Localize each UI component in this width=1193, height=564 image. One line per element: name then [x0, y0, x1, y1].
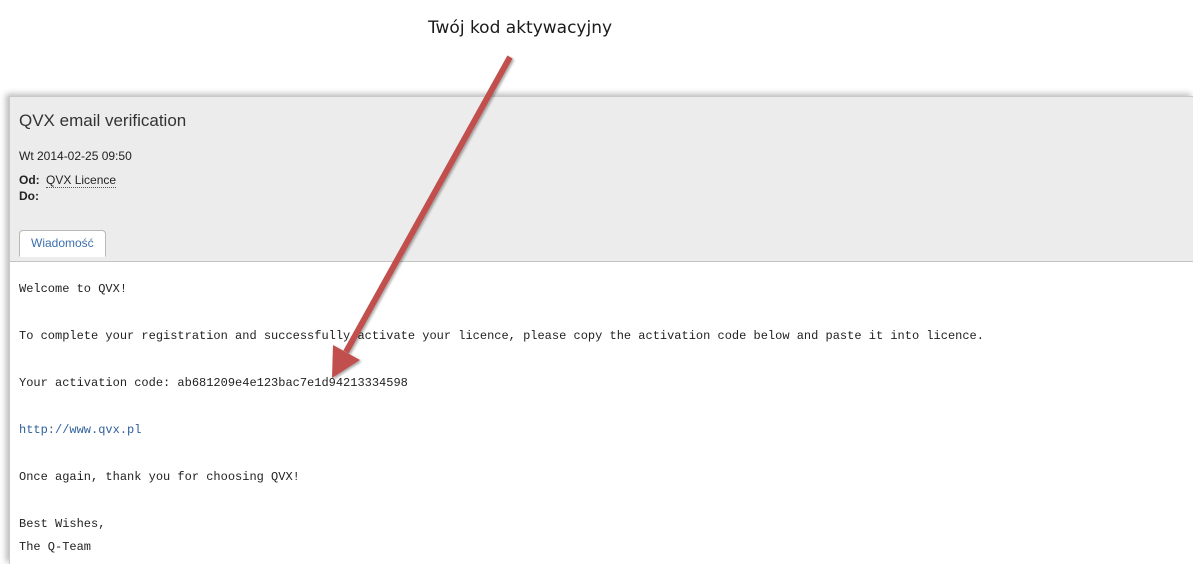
to-row: Do:	[19, 189, 39, 203]
thanks-line: Once again, thank you for choosing QVX!	[19, 470, 300, 484]
closing-line: Best Wishes,	[19, 517, 106, 531]
signature-line: The Q-Team	[19, 540, 92, 554]
annotation-caption: Twój kod aktywacyjny	[427, 18, 613, 38]
activation-code-line: Your activation code: ab681209e4e123bac7…	[19, 376, 408, 390]
email-date: Wt 2014-02-25 09:50	[19, 149, 132, 163]
email-window: QVX email verification Wt 2014-02-25 09:…	[9, 96, 1193, 564]
instructions-line: To complete your registration and succes…	[19, 329, 984, 343]
to-label: Do:	[19, 189, 39, 203]
email-header: QVX email verification Wt 2014-02-25 09:…	[10, 97, 1193, 262]
from-label: Od:	[19, 173, 40, 187]
greeting-line: Welcome to QVX!	[19, 282, 128, 296]
email-subject: QVX email verification	[19, 111, 187, 130]
from-row: Od: QVX Licence	[19, 173, 117, 188]
sender-link[interactable]: QVX Licence	[46, 173, 117, 188]
tab-message[interactable]: Wiadomość	[19, 230, 106, 257]
website-link[interactable]: http://www.qvx.pl	[19, 423, 141, 437]
